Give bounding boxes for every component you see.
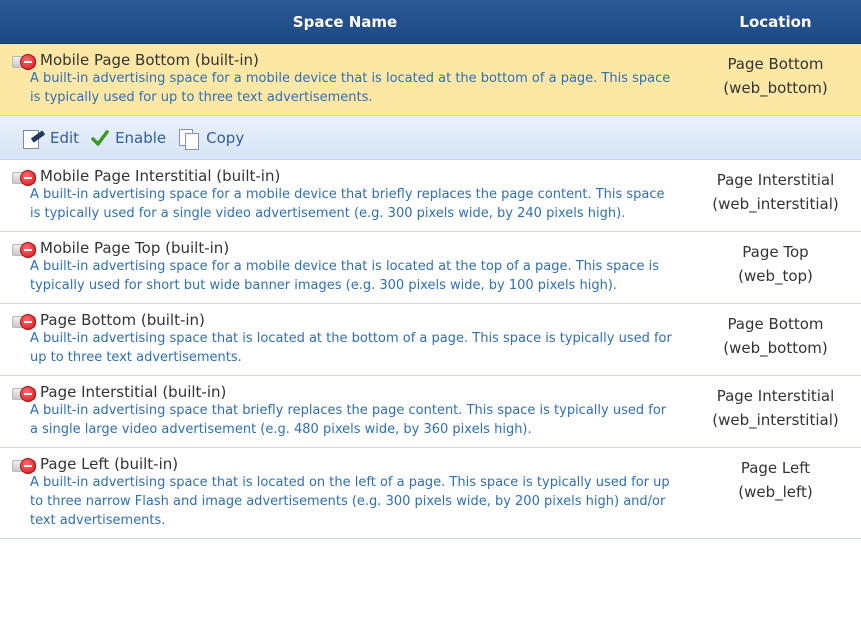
row-actions-bar: Edit Enable Copy	[0, 116, 861, 160]
copy-button[interactable]: Copy	[178, 128, 245, 150]
location-name: Page Left	[740, 459, 811, 477]
space-description: A built-in advertising space that is loc…	[30, 475, 670, 528]
location-key: (web_top)	[738, 267, 813, 285]
space-title[interactable]: Page Left (built-in)	[40, 455, 178, 473]
enable-button[interactable]: Enable	[91, 129, 166, 147]
disabled-icon	[12, 383, 40, 402]
location-key: (web_interstitial)	[712, 195, 839, 213]
location-cell: Page Top (web_top)	[690, 232, 861, 303]
space-title[interactable]: Mobile Page Top (built-in)	[40, 239, 229, 257]
disabled-icon	[12, 239, 40, 258]
table-header: Space Name Location	[0, 0, 861, 44]
copy-icon	[178, 128, 200, 150]
ad-spaces-table: Space Name Location Mobile Page Bottom (…	[0, 0, 861, 539]
space-title[interactable]: Page Bottom (built-in)	[40, 311, 205, 329]
copy-label: Copy	[206, 128, 245, 147]
location-cell: Page Left (web_left)	[690, 448, 861, 538]
location-cell: Page Interstitial (web_interstitial)	[690, 376, 861, 447]
table-row-page-left[interactable]: Page Left (built-in) A built-in advertis…	[0, 448, 861, 539]
space-title[interactable]: Page Interstitial (built-in)	[40, 383, 226, 401]
checkmark-icon	[91, 129, 109, 147]
space-title[interactable]: Mobile Page Bottom (built-in)	[40, 51, 259, 69]
location-cell: Page Bottom (web_bottom)	[690, 304, 861, 375]
location-key: (web_interstitial)	[712, 411, 839, 429]
space-description: A built-in advertising space that briefl…	[30, 403, 667, 437]
location-cell: Page Interstitial (web_interstitial)	[690, 160, 861, 231]
location-key: (web_bottom)	[723, 79, 828, 97]
edit-icon	[22, 128, 46, 149]
space-name-cell: Mobile Page Top (built-in) A built-in ad…	[0, 232, 690, 303]
table-row-mobile-page-bottom[interactable]: Mobile Page Bottom (built-in) A built-in…	[0, 44, 861, 116]
table-row-page-bottom[interactable]: Page Bottom (built-in) A built-in advert…	[0, 304, 861, 376]
space-name-cell: Mobile Page Interstitial (built-in) A bu…	[0, 160, 690, 231]
disabled-icon	[12, 311, 40, 330]
space-description: A built-in advertising space for a mobil…	[30, 259, 660, 293]
location-name: Page Bottom	[727, 315, 824, 333]
space-title[interactable]: Mobile Page Interstitial (built-in)	[40, 167, 280, 185]
edit-label: Edit	[50, 128, 80, 147]
disabled-icon	[12, 167, 40, 186]
space-name-cell: Mobile Page Bottom (built-in) A built-in…	[0, 44, 690, 115]
enable-label: Enable	[115, 128, 167, 147]
column-header-space-name[interactable]: Space Name	[0, 13, 690, 31]
location-cell: Page Bottom (web_bottom)	[690, 44, 861, 115]
space-description: A built-in advertising space for a mobil…	[30, 187, 665, 221]
table-row-mobile-page-interstitial[interactable]: Mobile Page Interstitial (built-in) A bu…	[0, 160, 861, 232]
table-row-page-interstitial[interactable]: Page Interstitial (built-in) A built-in …	[0, 376, 861, 448]
disabled-icon	[12, 51, 40, 70]
location-name: Page Top	[742, 243, 809, 261]
space-name-cell: Page Left (built-in) A built-in advertis…	[0, 448, 690, 538]
location-name: Page Interstitial	[716, 387, 835, 405]
location-name: Page Bottom	[727, 55, 824, 73]
disabled-icon	[12, 455, 40, 474]
location-key: (web_left)	[738, 483, 813, 501]
space-description: A built-in advertising space that is loc…	[30, 331, 672, 365]
location-key: (web_bottom)	[723, 339, 828, 357]
space-name-cell: Page Bottom (built-in) A built-in advert…	[0, 304, 690, 375]
column-header-location[interactable]: Location	[690, 13, 861, 31]
location-name: Page Interstitial	[716, 171, 835, 189]
space-description: A built-in advertising space for a mobil…	[30, 71, 671, 105]
table-row-mobile-page-top[interactable]: Mobile Page Top (built-in) A built-in ad…	[0, 232, 861, 304]
space-name-cell: Page Interstitial (built-in) A built-in …	[0, 376, 690, 447]
edit-button[interactable]: Edit	[22, 128, 80, 149]
